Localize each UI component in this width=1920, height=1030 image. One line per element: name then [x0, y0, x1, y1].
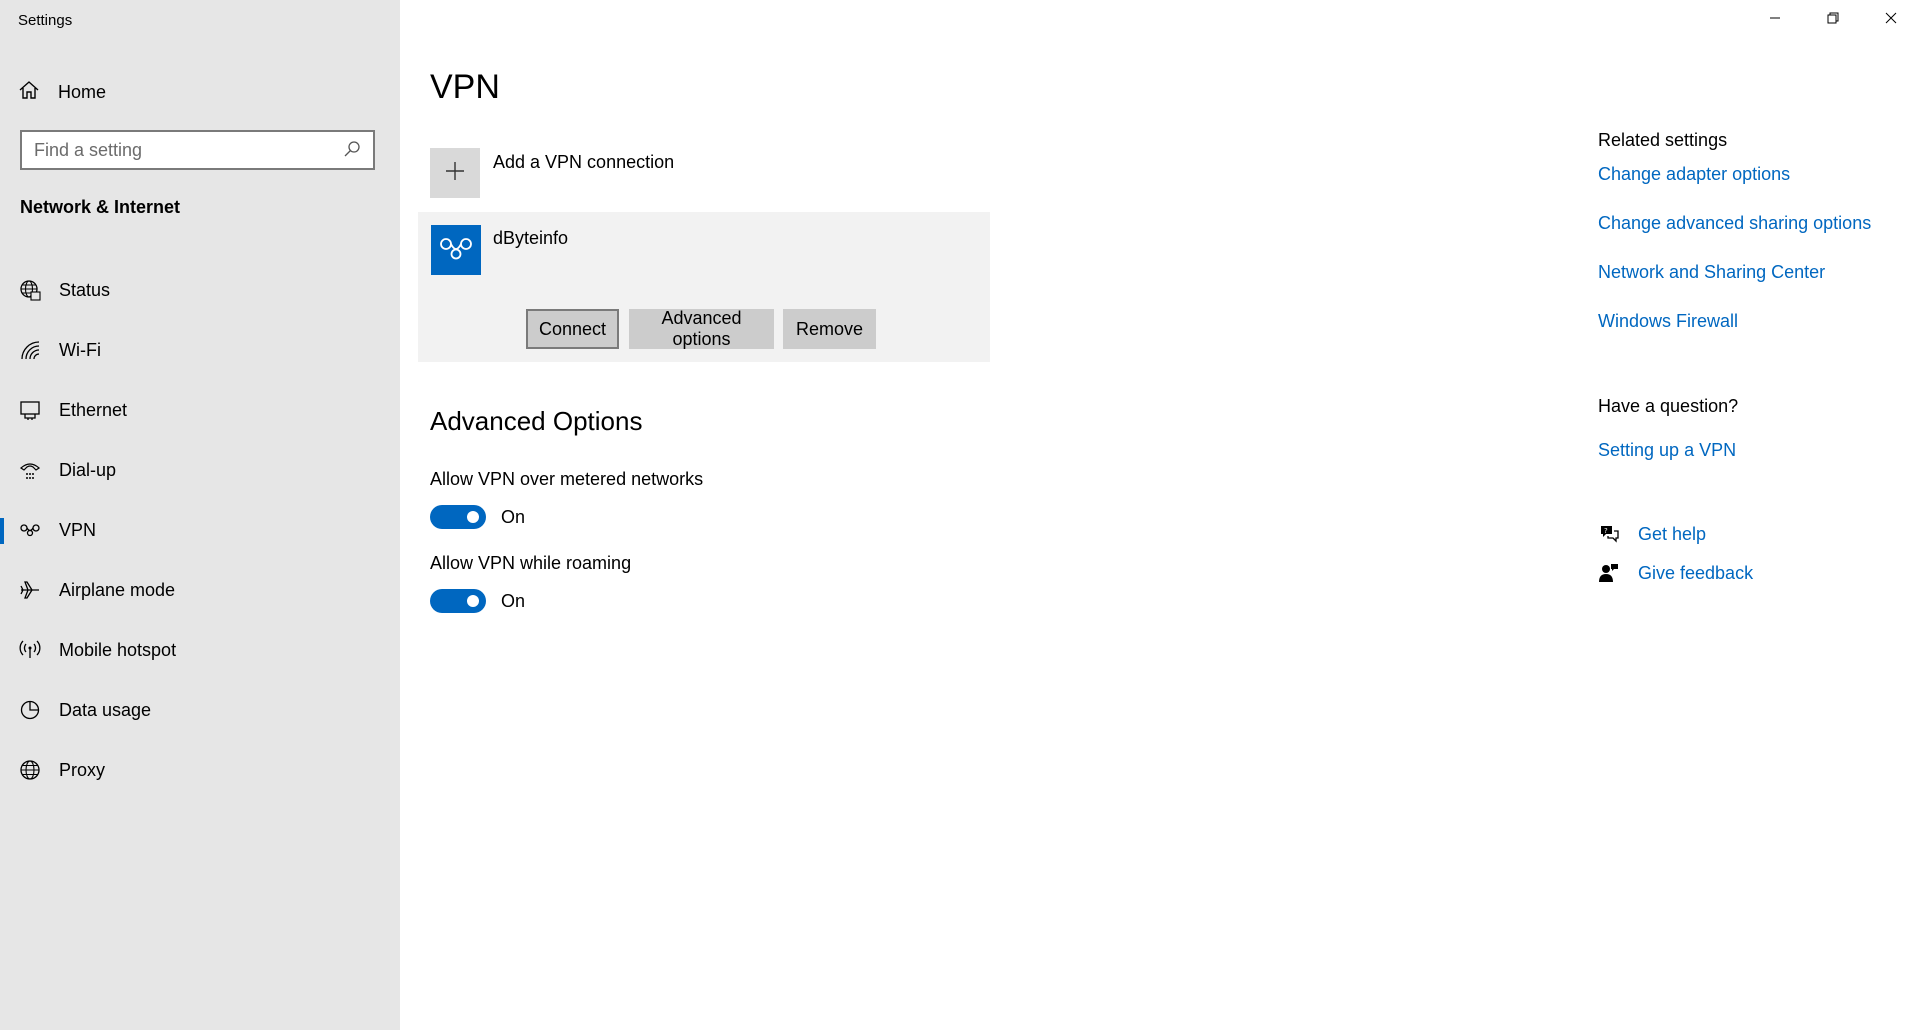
- nav-home-label: Home: [58, 81, 107, 102]
- sidebar: Settings Home Network & Internet Status …: [0, 0, 400, 1030]
- sidebar-item-dialup[interactable]: Dial-up: [0, 440, 400, 500]
- connect-button[interactable]: Connect: [526, 309, 619, 349]
- vpn-connection-name: dByteinfo: [493, 228, 569, 248]
- nav-list: Status Wi-Fi Ethernet Dial-up VPN Airpla…: [0, 260, 400, 800]
- change-adapter-options-link[interactable]: Change adapter options: [1598, 164, 1790, 185]
- minimize-icon: [1769, 11, 1781, 29]
- sidebar-item-label: Data usage: [59, 699, 152, 720]
- remove-button[interactable]: Remove: [783, 309, 876, 349]
- app-title: Settings: [18, 12, 73, 29]
- airplane-icon: [19, 579, 41, 601]
- roaming-toggle-switch[interactable]: [430, 589, 486, 613]
- restore-button[interactable]: [1804, 0, 1862, 40]
- add-vpn-connection[interactable]: Add a VPN connection: [430, 148, 674, 198]
- hotspot-icon: [19, 639, 41, 661]
- add-tile: [430, 148, 480, 198]
- get-help-icon: ?: [1598, 523, 1620, 545]
- close-icon: [1885, 11, 1897, 29]
- toggle-knob: [467, 595, 479, 607]
- advanced-options-heading: Advanced Options: [430, 406, 643, 436]
- sidebar-item-status[interactable]: Status: [0, 260, 400, 320]
- advanced-options-button[interactable]: Advanced options: [629, 308, 774, 349]
- minimize-button[interactable]: [1746, 0, 1804, 40]
- network-sharing-center-link[interactable]: Network and Sharing Center: [1598, 262, 1825, 283]
- vpn-icon: [19, 519, 41, 541]
- nav-home[interactable]: Home: [18, 78, 106, 106]
- roaming-toggle-state: On: [501, 590, 526, 611]
- give-feedback-icon: [1598, 562, 1620, 584]
- page-title: VPN: [430, 68, 500, 106]
- search-input[interactable]: [22, 133, 343, 167]
- change-sharing-options-link[interactable]: Change advanced sharing options: [1598, 213, 1871, 234]
- sidebar-item-label: Dial-up: [59, 459, 117, 480]
- have-a-question-heading: Have a question?: [1598, 396, 1739, 416]
- vpn-connection-tile: [431, 225, 481, 275]
- ethernet-icon: [19, 399, 41, 421]
- window-controls: [1746, 0, 1920, 40]
- give-feedback-link[interactable]: Give feedback: [1598, 562, 1753, 584]
- related-settings-heading: Related settings: [1598, 130, 1728, 150]
- dialup-icon: [19, 459, 41, 481]
- main-content: VPN Add a VPN connection dByteinfo Conne…: [400, 0, 1920, 1030]
- sidebar-item-airplane-mode[interactable]: Airplane mode: [0, 560, 400, 620]
- give-feedback-label: Give feedback: [1638, 562, 1754, 583]
- get-help-label: Get help: [1638, 523, 1707, 544]
- sidebar-item-data-usage[interactable]: Data usage: [0, 680, 400, 740]
- roaming-option-label: Allow VPN while roaming: [430, 553, 632, 573]
- roaming-toggle[interactable]: On: [430, 589, 525, 613]
- add-vpn-label: Add a VPN connection: [493, 152, 675, 172]
- sidebar-item-label: Status: [59, 279, 111, 300]
- sidebar-item-wifi[interactable]: Wi-Fi: [0, 320, 400, 380]
- sidebar-item-mobile-hotspot[interactable]: Mobile hotspot: [0, 620, 400, 680]
- svg-text:?: ?: [1604, 527, 1608, 535]
- sidebar-item-proxy[interactable]: Proxy: [0, 740, 400, 800]
- vpn-icon: [438, 233, 474, 268]
- sidebar-item-vpn[interactable]: VPN: [0, 500, 400, 560]
- restore-icon: [1827, 11, 1839, 29]
- search-box[interactable]: [20, 130, 375, 170]
- sidebar-item-label: Proxy: [59, 759, 106, 780]
- metered-toggle[interactable]: On: [430, 505, 525, 529]
- toggle-knob: [467, 511, 479, 523]
- plus-icon: [444, 160, 466, 187]
- vpn-connection-card[interactable]: dByteinfo Connect Advanced options Remov…: [418, 212, 990, 362]
- sidebar-item-label: Wi-Fi: [59, 339, 101, 360]
- sidebar-item-label: VPN: [59, 519, 97, 540]
- wifi-icon: [19, 339, 41, 361]
- metered-option-label: Allow VPN over metered networks: [430, 469, 704, 489]
- get-help-link[interactable]: ? Get help: [1598, 523, 1706, 545]
- sidebar-item-label: Airplane mode: [59, 579, 176, 600]
- metered-toggle-switch[interactable]: [430, 505, 486, 529]
- setting-up-vpn-link[interactable]: Setting up a VPN: [1598, 440, 1736, 461]
- sidebar-item-ethernet[interactable]: Ethernet: [0, 380, 400, 440]
- data-usage-icon: [19, 699, 41, 721]
- sidebar-item-label: Mobile hotspot: [59, 639, 177, 660]
- globe-icon: [19, 759, 41, 781]
- sidebar-item-label: Ethernet: [59, 399, 128, 420]
- close-button[interactable]: [1862, 0, 1920, 40]
- search-icon: [343, 140, 363, 160]
- windows-firewall-link[interactable]: Windows Firewall: [1598, 311, 1738, 332]
- metered-toggle-state: On: [501, 506, 526, 527]
- section-title: Network & Internet: [20, 197, 181, 217]
- globe-status-icon: [19, 279, 41, 301]
- home-icon: [18, 79, 40, 106]
